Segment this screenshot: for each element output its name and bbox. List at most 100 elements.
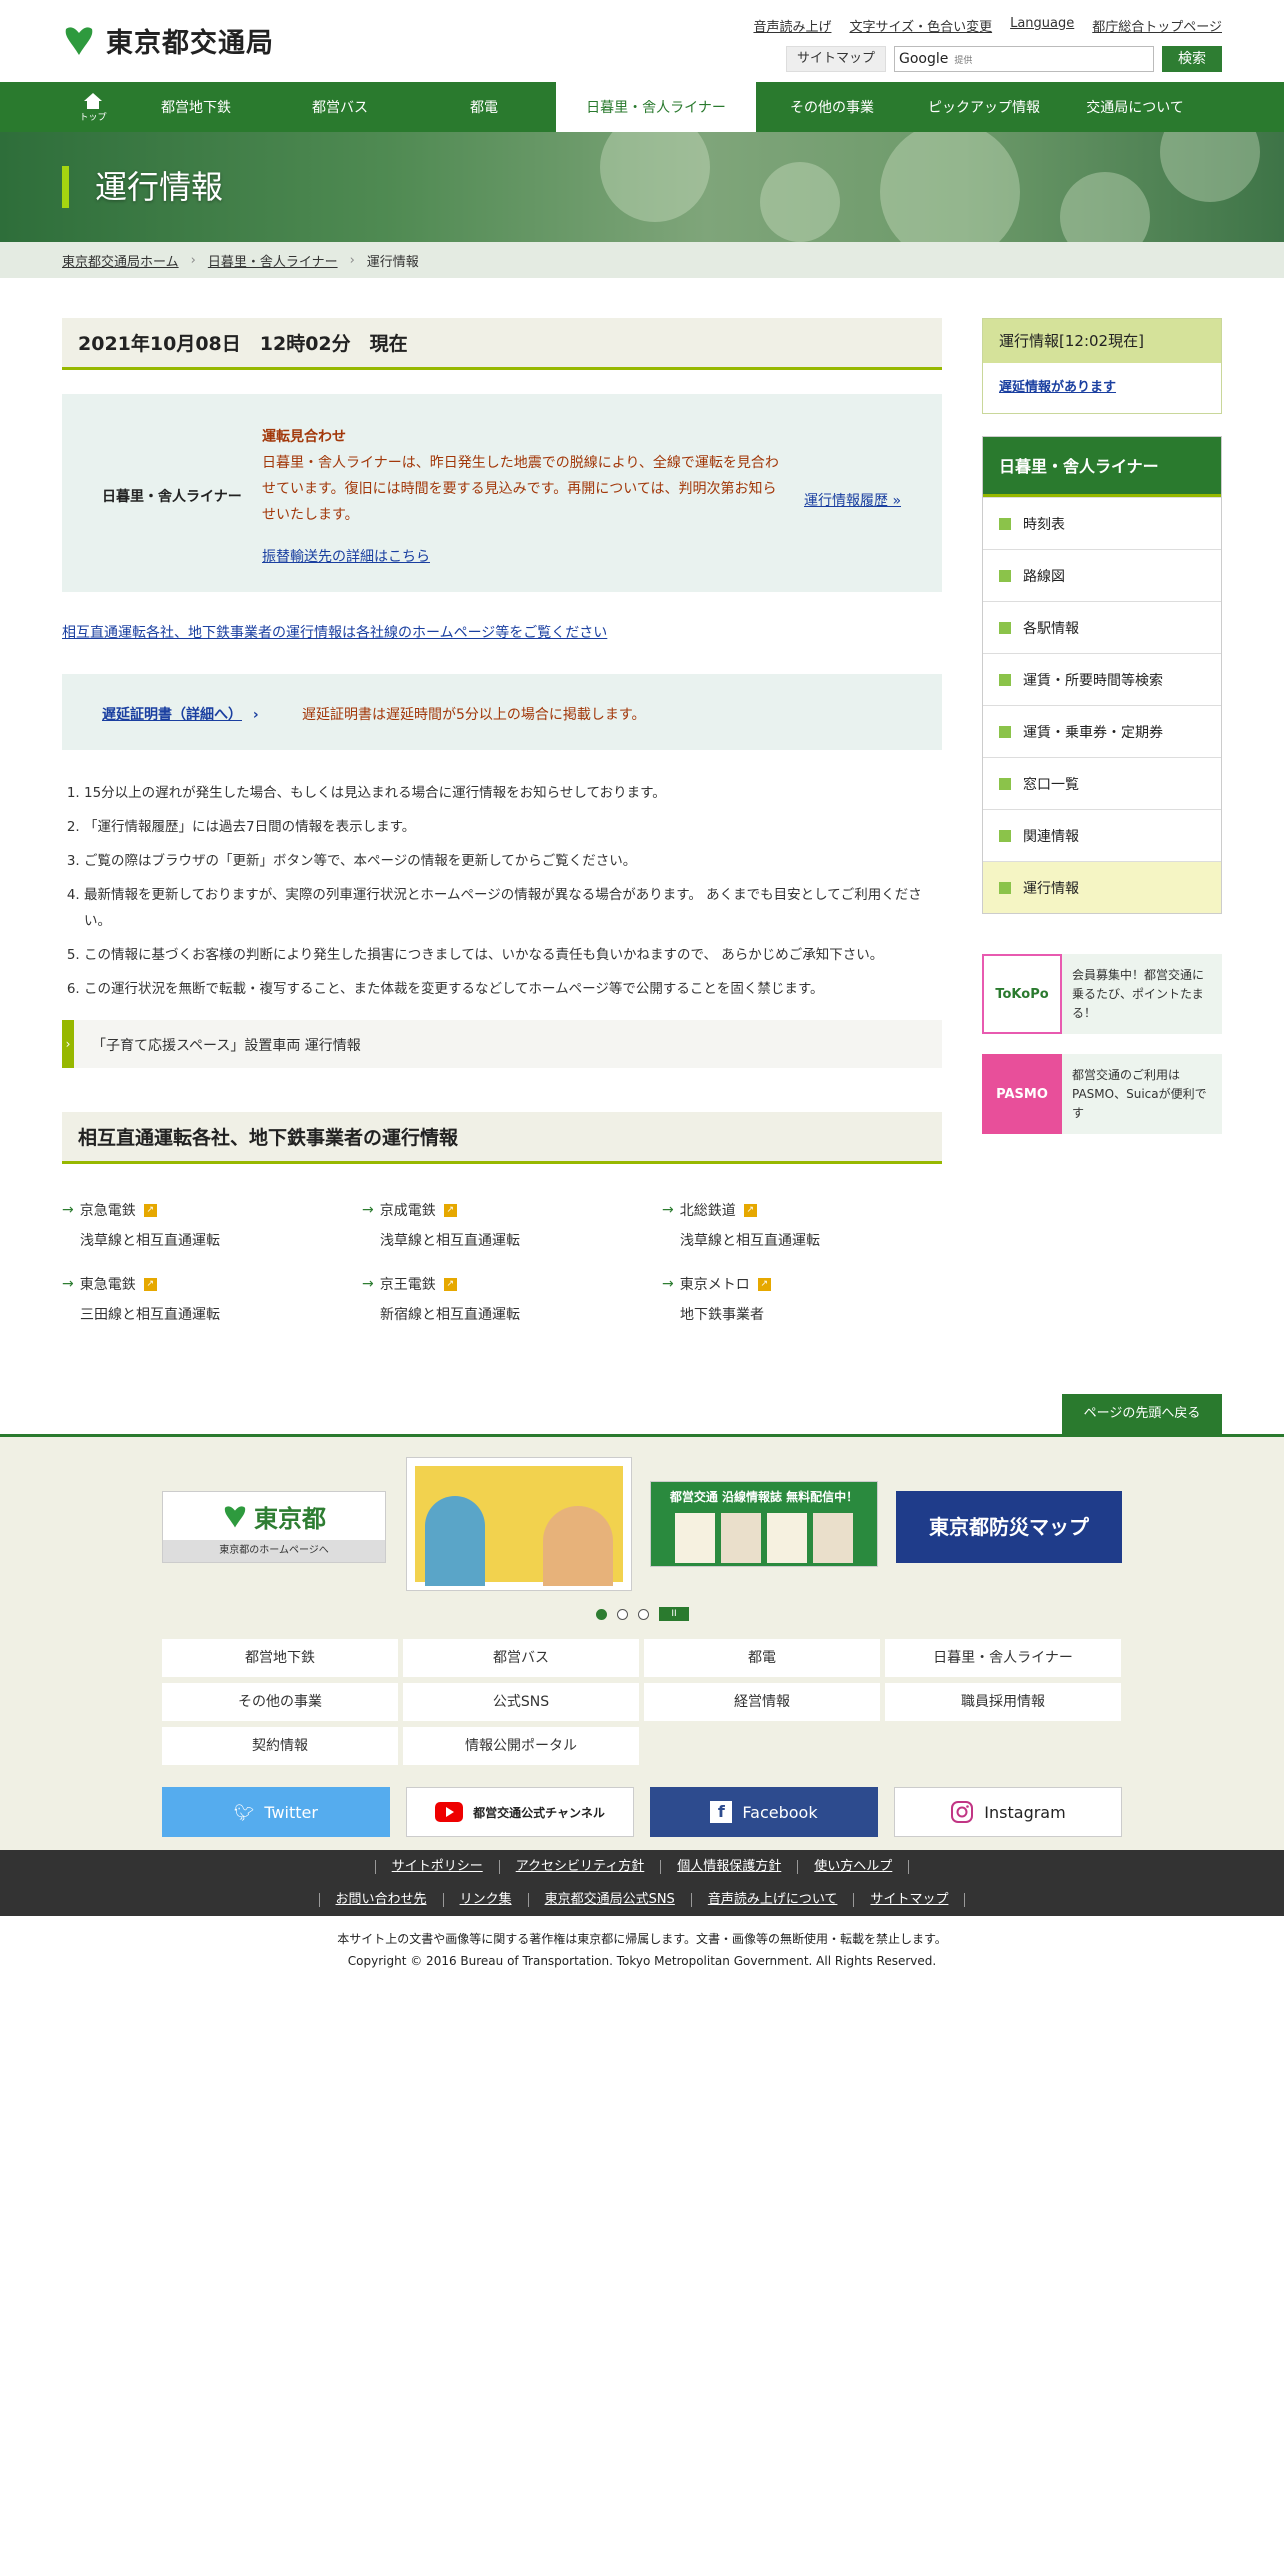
nav-toden[interactable]: 都電 bbox=[412, 82, 556, 132]
sitemap-button[interactable]: サイトマップ bbox=[785, 46, 886, 72]
mutual-operators-heading: 相互直通運転各社、地下鉄事業者の運行情報 bbox=[62, 1112, 942, 1164]
nav-nippori-toneri-liner[interactable]: 日暮里・舎人ライナー bbox=[556, 82, 756, 132]
status-panel: 日暮里・舎人ライナー 運転見合わせ 日暮里・舎人ライナーは、昨日発生した地震での… bbox=[62, 394, 942, 592]
disaster-map-banner[interactable]: 東京都防災マップ bbox=[896, 1491, 1122, 1563]
breadcrumb-liner[interactable]: 日暮里・舎人ライナー bbox=[208, 251, 338, 270]
sidebar-item-fare-search[interactable]: 運賃・所要時間等検索 bbox=[983, 653, 1221, 705]
footer-nav-item[interactable]: 日暮里・舎人ライナー bbox=[885, 1639, 1121, 1677]
sidebar-item-timetable[interactable]: 時刻表 bbox=[983, 497, 1221, 549]
footer-nav-item[interactable]: 都電 bbox=[644, 1639, 880, 1677]
illustration-figure bbox=[425, 1496, 485, 1586]
footer-link[interactable]: アクセシビリティ方針 bbox=[498, 1859, 661, 1874]
magazine-thumb bbox=[675, 1513, 715, 1563]
sidebar-item-label: 各駅情報 bbox=[1023, 620, 1079, 637]
utility-links: 音声読み上げ 文字サイズ・色合い変更 Language 都庁総合トップページ bbox=[753, 16, 1222, 35]
footer-nav-item[interactable]: 公式SNS bbox=[403, 1683, 639, 1721]
carousel-dot[interactable] bbox=[596, 1608, 607, 1620]
footer-link[interactable]: 音声読み上げについて bbox=[690, 1892, 854, 1907]
nav-bus[interactable]: 都営バス bbox=[268, 82, 412, 132]
sidebar-item-operation-info[interactable]: 運行情報 bbox=[983, 861, 1221, 913]
copyright-area: 本サイト上の文書や画像等に関する著作権は東京都に帰属します。文書・画像等の無断使… bbox=[0, 1928, 1284, 1972]
footer-nav-item[interactable]: 都営地下鉄 bbox=[162, 1639, 398, 1677]
nav-pickup[interactable]: ピックアップ情報 bbox=[908, 82, 1060, 132]
footer-nav-item[interactable]: 経営情報 bbox=[644, 1683, 880, 1721]
footer-link[interactable]: 東京都交通局公式SNS bbox=[527, 1892, 691, 1907]
footer-link[interactable]: お問い合わせ先 bbox=[318, 1892, 443, 1907]
external-link-icon: ↗ bbox=[143, 1203, 157, 1217]
pasmo-banner[interactable]: PASMO 都営交通のご利用はPASMO、Suicaが便利です bbox=[982, 1054, 1222, 1134]
footer-nav-item[interactable]: 情報公開ポータル bbox=[403, 1727, 639, 1765]
operator-line: 浅草線と相互直通運転 bbox=[80, 1233, 220, 1249]
sidebar-item-route-map[interactable]: 路線図 bbox=[983, 549, 1221, 601]
footer-link[interactable]: 使い方ヘルプ bbox=[797, 1859, 910, 1874]
arrow-right-icon: → bbox=[62, 1202, 74, 1218]
sidebar-item-related[interactable]: 関連情報 bbox=[983, 809, 1221, 861]
footer-link[interactable]: サイトマップ bbox=[853, 1892, 966, 1907]
notes-list: 15分以上の遅れが発生した場合、もしくは見込まれる場合に運行情報をお知らせしてお… bbox=[62, 780, 942, 1002]
carousel-dot[interactable] bbox=[638, 1608, 649, 1620]
twitter-bird-icon: 🐦︎ bbox=[234, 1802, 255, 1822]
ginkgo-logo-icon bbox=[224, 1506, 246, 1528]
sidebar-delay-link[interactable]: 遅延情報があります bbox=[983, 363, 1221, 413]
operator-link[interactable]: → 東急電鉄 ↗ bbox=[62, 1274, 362, 1294]
nav-home-label: トップ bbox=[79, 112, 107, 123]
tokopo-banner[interactable]: ToKoPo 会員募集中！都営交通に乗るたび、ポイントたまる！ bbox=[982, 954, 1222, 1034]
carousel-dot[interactable] bbox=[617, 1608, 628, 1620]
page-hero: 運行情報 bbox=[0, 132, 1284, 242]
line-magazine-banner[interactable]: 都営交通 沿線情報誌 無料配信中！ bbox=[650, 1481, 878, 1567]
tokyo-metro-gov-banner[interactable]: 東京都 東京都のホームページへ bbox=[162, 1491, 386, 1563]
operator-link[interactable]: → 京成電鉄 ↗ bbox=[362, 1200, 662, 1220]
footer-nav-item[interactable]: 都営バス bbox=[403, 1639, 639, 1677]
sidebar-item-stations[interactable]: 各駅情報 bbox=[983, 601, 1221, 653]
search-button[interactable]: 検索 bbox=[1162, 46, 1222, 72]
footer-link[interactable]: サイトポリシー bbox=[374, 1859, 499, 1874]
breadcrumb-home[interactable]: 東京都交通局ホーム bbox=[62, 251, 179, 270]
sidebar-item-tickets[interactable]: 運賃・乗車券・定期券 bbox=[983, 705, 1221, 757]
kosodate-space-link[interactable]: › 「子育て応援スペース」設置車両 運行情報 bbox=[62, 1020, 942, 1068]
footer-link[interactable]: リンク集 bbox=[442, 1892, 528, 1907]
nav-other-business[interactable]: その他の事業 bbox=[756, 82, 908, 132]
nav-home[interactable]: トップ bbox=[62, 82, 124, 132]
tokyo-name-text: 東京都 bbox=[254, 1504, 326, 1533]
site-logo[interactable]: 東京都交通局 bbox=[62, 22, 274, 59]
ginkgo-logo-icon bbox=[65, 27, 93, 55]
link-voice-reading[interactable]: 音声読み上げ bbox=[753, 16, 831, 35]
operator-name: 京急電鉄 bbox=[79, 1203, 136, 1219]
twitter-button[interactable]: 🐦︎ Twitter bbox=[162, 1787, 390, 1837]
mamoreel-illustration bbox=[415, 1466, 623, 1586]
search-input[interactable]: Google 提供 bbox=[894, 46, 1154, 72]
operator-item: → 北総鉄道 ↗ 浅草線と相互直通運転 bbox=[662, 1200, 942, 1250]
mutual-operators-link[interactable]: 相互直通運転各社、地下鉄事業者の運行情報は各社線のホームページ等をご覧ください bbox=[62, 622, 942, 642]
footer-link[interactable]: 個人情報保護方針 bbox=[660, 1859, 797, 1874]
operator-link[interactable]: → 京急電鉄 ↗ bbox=[62, 1200, 362, 1220]
sidebar-item-label: 運賃・所要時間等検索 bbox=[1023, 672, 1163, 689]
operator-link[interactable]: → 東京メトロ ↗ bbox=[662, 1274, 942, 1294]
pause-icon[interactable]: II bbox=[659, 1607, 689, 1621]
external-link-icon: ↗ bbox=[757, 1277, 771, 1291]
operator-link[interactable]: → 京王電鉄 ↗ bbox=[362, 1274, 662, 1294]
back-to-top-button[interactable]: ページの先頭へ戻る bbox=[1062, 1394, 1222, 1434]
youtube-button[interactable]: 都営交通公式チャンネル bbox=[406, 1787, 634, 1837]
footer-nav-item[interactable]: 職員採用情報 bbox=[885, 1683, 1121, 1721]
footer-nav-item[interactable]: その他の事業 bbox=[162, 1683, 398, 1721]
link-metro-gov-top[interactable]: 都庁総合トップページ bbox=[1092, 16, 1222, 35]
bullet-arrow-icon bbox=[999, 569, 1011, 582]
mamoreel-banner[interactable] bbox=[406, 1457, 632, 1591]
instagram-button[interactable]: Instagram bbox=[894, 1787, 1122, 1837]
operator-item: → 京成電鉄 ↗ 浅草線と相互直通運転 bbox=[362, 1200, 662, 1250]
nav-subway[interactable]: 都営地下鉄 bbox=[124, 82, 268, 132]
nav-about[interactable]: 交通局について bbox=[1060, 82, 1210, 132]
operator-link[interactable]: → 北総鉄道 ↗ bbox=[662, 1200, 942, 1220]
link-text-size-color[interactable]: 文字サイズ・色合い変更 bbox=[849, 16, 992, 35]
external-link-icon: ↗ bbox=[443, 1203, 457, 1217]
facebook-button[interactable]: f Facebook bbox=[650, 1787, 878, 1837]
link-language[interactable]: Language bbox=[1010, 16, 1074, 35]
delay-certificate-link[interactable]: 遅延証明書（詳細へ） › bbox=[102, 704, 259, 724]
status-history-link[interactable]: 運行情報履歴 » bbox=[804, 490, 901, 510]
footer-nav-item[interactable]: 契約情報 bbox=[162, 1727, 398, 1765]
sidebar-menu-title[interactable]: 日暮里・舎人ライナー bbox=[983, 437, 1221, 497]
main-content: 2021年10月08日 12時02分 現在 日暮里・舎人ライナー 運転見合わせ … bbox=[62, 318, 942, 1324]
alt-transport-link[interactable]: 振替輸送先の詳細はこちら bbox=[262, 546, 430, 566]
instagram-camera-icon bbox=[951, 1801, 974, 1823]
sidebar-item-counters[interactable]: 窓口一覧 bbox=[983, 757, 1221, 809]
